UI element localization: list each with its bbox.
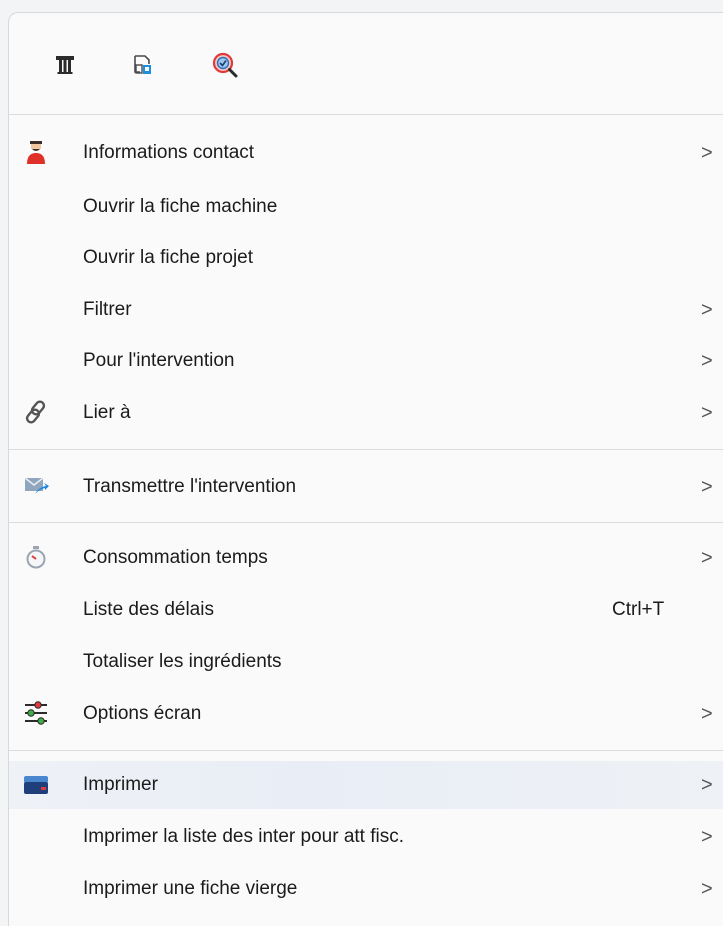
menu-item-consommation-temps[interactable]: Consommation temps >	[9, 534, 723, 582]
menu-item-lier-a[interactable]: Lier à >	[9, 389, 723, 437]
chevron-right-icon: >	[701, 547, 713, 569]
menu-item-informations-contact[interactable]: Informations contact >	[9, 129, 723, 177]
menu-item-label: Pour l'intervention	[83, 350, 235, 371]
menu-item-imprimer[interactable]: Imprimer >	[9, 761, 723, 809]
chevron-right-icon: >	[701, 350, 713, 372]
menu-item-label: Totaliser les ingrédients	[83, 651, 282, 672]
chevron-right-icon: >	[701, 299, 713, 321]
menu-item-imprimer-liste-inter[interactable]: Imprimer la liste des inter pour att fis…	[9, 813, 723, 861]
menu-item-ouvrir-fiche-projet[interactable]: Ouvrir la fiche projet	[9, 234, 723, 282]
mail-send-icon	[23, 473, 49, 499]
text-format-icon[interactable]	[51, 51, 79, 79]
separator	[9, 449, 723, 450]
menu-item-label: Imprimer la liste des inter pour att fis…	[83, 826, 404, 847]
menu-item-label: Consommation temps	[83, 547, 268, 568]
menu-item-totaliser-ingredients[interactable]: Totaliser les ingrédients	[9, 638, 723, 686]
chevron-right-icon: >	[701, 826, 713, 848]
menu-item-label: Imprimer	[83, 774, 158, 795]
context-menu: Informations contact > Ouvrir la fiche m…	[8, 12, 723, 926]
menu-item-label: Filtrer	[83, 299, 132, 320]
chevron-right-icon: >	[701, 703, 713, 725]
chevron-right-icon: >	[701, 476, 713, 498]
chevron-right-icon: >	[701, 774, 713, 796]
chevron-right-icon: >	[701, 878, 713, 900]
chevron-right-icon: >	[701, 142, 713, 164]
menu-item-label: Transmettre l'intervention	[83, 476, 297, 497]
menu-toolbar	[9, 13, 723, 114]
sliders-icon	[23, 700, 49, 726]
menu-item-label: Options écran	[83, 703, 202, 724]
shortcut-label: Ctrl+T	[612, 599, 665, 620]
menu-item-label: Ouvrir la fiche machine	[83, 196, 278, 217]
menu-item-label: Lier à	[83, 402, 131, 423]
menu-item-label: Ouvrir la fiche projet	[83, 247, 254, 268]
user-contact-icon	[23, 139, 49, 165]
menu-item-filtrer[interactable]: Filtrer >	[9, 286, 723, 334]
menu-item-ouvrir-fiche-machine[interactable]: Ouvrir la fiche machine	[9, 183, 723, 231]
menu-item-imprimer-fiche-vierge[interactable]: Imprimer une fiche vierge >	[9, 865, 723, 913]
chevron-right-icon: >	[701, 402, 713, 424]
separator	[9, 522, 723, 523]
menu-item-pour-intervention[interactable]: Pour l'intervention >	[9, 337, 723, 385]
menu-item-options-ecran[interactable]: Options écran >	[9, 690, 723, 738]
separator	[9, 750, 723, 751]
menu-item-liste-delais[interactable]: Liste des délais Ctrl+T	[9, 586, 723, 634]
search-zoom-icon[interactable]	[211, 51, 239, 79]
page-setup-icon[interactable]	[129, 51, 157, 79]
menu-item-label: Informations contact	[83, 142, 255, 163]
menu-item-label: Liste des délais	[83, 599, 214, 620]
menu-item-label: Imprimer une fiche vierge	[83, 878, 298, 899]
stopwatch-icon	[23, 544, 49, 570]
separator	[9, 114, 723, 115]
menu-item-transmettre-intervention[interactable]: Transmettre l'intervention >	[9, 463, 723, 511]
link-icon	[23, 399, 49, 425]
printer-icon	[23, 771, 49, 797]
